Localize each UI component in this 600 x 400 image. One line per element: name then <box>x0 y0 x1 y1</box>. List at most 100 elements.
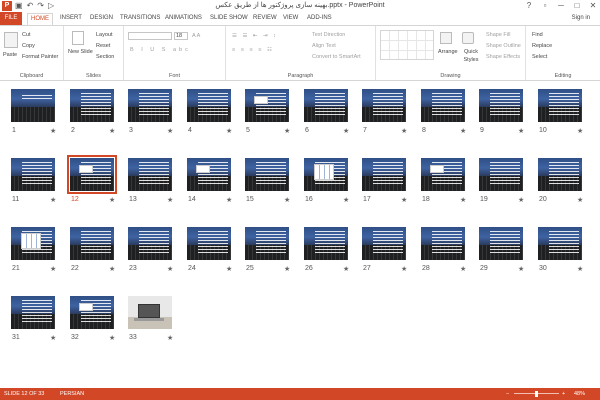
shape-effects-button[interactable]: Shape Effects <box>486 53 520 61</box>
align-buttons[interactable]: ≡ ≡ ≡ ≡ ☷ <box>232 46 274 54</box>
slide-thumbnail[interactable] <box>304 158 348 191</box>
slide-thumbnail[interactable] <box>538 89 582 122</box>
slide-thumbnail[interactable] <box>11 158 55 191</box>
slide-thumbnail[interactable] <box>128 158 172 191</box>
tab-add-ins[interactable]: ADD-INS <box>307 12 332 25</box>
transition-star-icon[interactable]: ★ <box>401 127 407 135</box>
text-direction-button[interactable]: Text Direction <box>312 31 345 39</box>
transition-star-icon[interactable]: ★ <box>401 196 407 204</box>
tab-home[interactable]: HOME <box>27 13 53 25</box>
slide-thumbnail[interactable] <box>421 227 465 260</box>
slide-thumbnail[interactable] <box>67 155 117 194</box>
transition-star-icon[interactable]: ★ <box>50 334 56 342</box>
transition-star-icon[interactable]: ★ <box>577 196 583 204</box>
zoom-slider-thumb[interactable] <box>535 391 538 397</box>
slide-thumbnail[interactable] <box>11 89 55 122</box>
slide-thumbnail[interactable] <box>11 296 55 329</box>
help-icon[interactable]: ? <box>524 0 534 12</box>
slide-thumbnail[interactable] <box>479 227 523 260</box>
new-slide-button[interactable]: New Slide <box>68 48 93 56</box>
font-style-buttons[interactable]: B I U S abc <box>130 46 191 54</box>
slide-thumbnail[interactable] <box>70 89 114 122</box>
paste-button[interactable]: Paste <box>3 51 17 59</box>
select-button[interactable]: Select <box>532 53 547 61</box>
tab-slide-show[interactable]: SLIDE SHOW <box>210 12 248 25</box>
transition-star-icon[interactable]: ★ <box>109 334 115 342</box>
quick-styles-icon[interactable] <box>462 32 474 44</box>
transition-star-icon[interactable]: ★ <box>460 127 466 135</box>
zoom-level[interactable]: 48% <box>574 388 585 400</box>
tab-design[interactable]: DESIGN <box>90 12 113 25</box>
slide-thumbnail[interactable] <box>362 227 406 260</box>
tab-review[interactable]: REVIEW <box>253 12 277 25</box>
convert-smartart-button[interactable]: Convert to SmartArt <box>312 53 361 61</box>
shapes-gallery[interactable] <box>380 30 434 60</box>
tab-file[interactable]: FILE <box>0 12 22 25</box>
transition-star-icon[interactable]: ★ <box>343 127 349 135</box>
transition-star-icon[interactable]: ★ <box>284 265 290 273</box>
slide-thumbnail[interactable] <box>479 158 523 191</box>
transition-star-icon[interactable]: ★ <box>167 265 173 273</box>
slide-thumbnail[interactable] <box>421 158 465 191</box>
replace-button[interactable]: Replace <box>532 42 552 50</box>
align-text-button[interactable]: Align Text <box>312 42 336 50</box>
transition-star-icon[interactable]: ★ <box>50 127 56 135</box>
transition-star-icon[interactable]: ★ <box>460 196 466 204</box>
new-slide-icon[interactable] <box>72 31 84 45</box>
transition-star-icon[interactable]: ★ <box>109 127 115 135</box>
slide-thumbnail[interactable] <box>245 89 289 122</box>
paste-icon[interactable] <box>4 32 18 48</box>
font-name-box[interactable] <box>128 32 172 40</box>
slide-thumbnail[interactable] <box>304 227 348 260</box>
transition-star-icon[interactable]: ★ <box>167 334 173 342</box>
slide-thumbnail[interactable] <box>70 296 114 329</box>
zoom-in-button[interactable]: + <box>562 388 565 400</box>
transition-star-icon[interactable]: ★ <box>226 127 232 135</box>
tab-transitions[interactable]: TRANSITIONS <box>120 12 160 25</box>
transition-star-icon[interactable]: ★ <box>577 127 583 135</box>
maximize-icon[interactable]: □ <box>572 0 582 12</box>
reset-button[interactable]: Reset <box>96 42 110 50</box>
transition-star-icon[interactable]: ★ <box>226 265 232 273</box>
tab-view[interactable]: VIEW <box>283 12 298 25</box>
section-button[interactable]: Section <box>96 53 114 61</box>
zoom-out-button[interactable]: − <box>506 388 509 400</box>
transition-star-icon[interactable]: ★ <box>167 196 173 204</box>
arrange-button[interactable]: Arrange <box>438 48 458 56</box>
tab-insert[interactable]: INSERT <box>60 12 82 25</box>
transition-star-icon[interactable]: ★ <box>343 265 349 273</box>
list-buttons[interactable]: ☰ ☰ ⇤ ⇥ ↕ <box>232 32 278 40</box>
shape-fill-button[interactable]: Shape Fill <box>486 31 510 39</box>
transition-star-icon[interactable]: ★ <box>284 196 290 204</box>
transition-star-icon[interactable]: ★ <box>343 196 349 204</box>
quick-styles-button[interactable]: Quick Styles <box>460 48 482 64</box>
transition-star-icon[interactable]: ★ <box>401 265 407 273</box>
ribbon-display-icon[interactable]: ▫ <box>540 0 550 12</box>
format-painter-button[interactable]: Format Painter <box>22 53 58 61</box>
slide-thumbnail[interactable] <box>304 89 348 122</box>
slide-thumbnail[interactable] <box>421 89 465 122</box>
transition-star-icon[interactable]: ★ <box>167 127 173 135</box>
font-size-box[interactable]: 18 <box>174 32 188 40</box>
slide-thumbnail[interactable] <box>245 158 289 191</box>
layout-button[interactable]: Layout <box>96 31 113 39</box>
transition-star-icon[interactable]: ★ <box>284 127 290 135</box>
slide-thumbnail[interactable] <box>128 89 172 122</box>
transition-star-icon[interactable]: ★ <box>518 127 524 135</box>
slide-thumbnail[interactable] <box>187 158 231 191</box>
slide-thumbnail[interactable] <box>70 227 114 260</box>
arrange-icon[interactable] <box>440 32 452 44</box>
slide-thumbnail[interactable] <box>245 227 289 260</box>
transition-star-icon[interactable]: ★ <box>109 196 115 204</box>
slide-thumbnail[interactable] <box>538 227 582 260</box>
slide-thumbnail[interactable] <box>362 89 406 122</box>
font-grow-icon[interactable]: A A <box>192 32 200 40</box>
find-button[interactable]: Find <box>532 31 543 39</box>
slide-thumbnail[interactable] <box>362 158 406 191</box>
slide-thumbnail[interactable] <box>187 89 231 122</box>
close-icon[interactable]: ✕ <box>588 0 598 12</box>
transition-star-icon[interactable]: ★ <box>109 265 115 273</box>
slide-thumbnail[interactable] <box>128 227 172 260</box>
slide-thumbnail[interactable] <box>11 227 55 260</box>
transition-star-icon[interactable]: ★ <box>226 196 232 204</box>
